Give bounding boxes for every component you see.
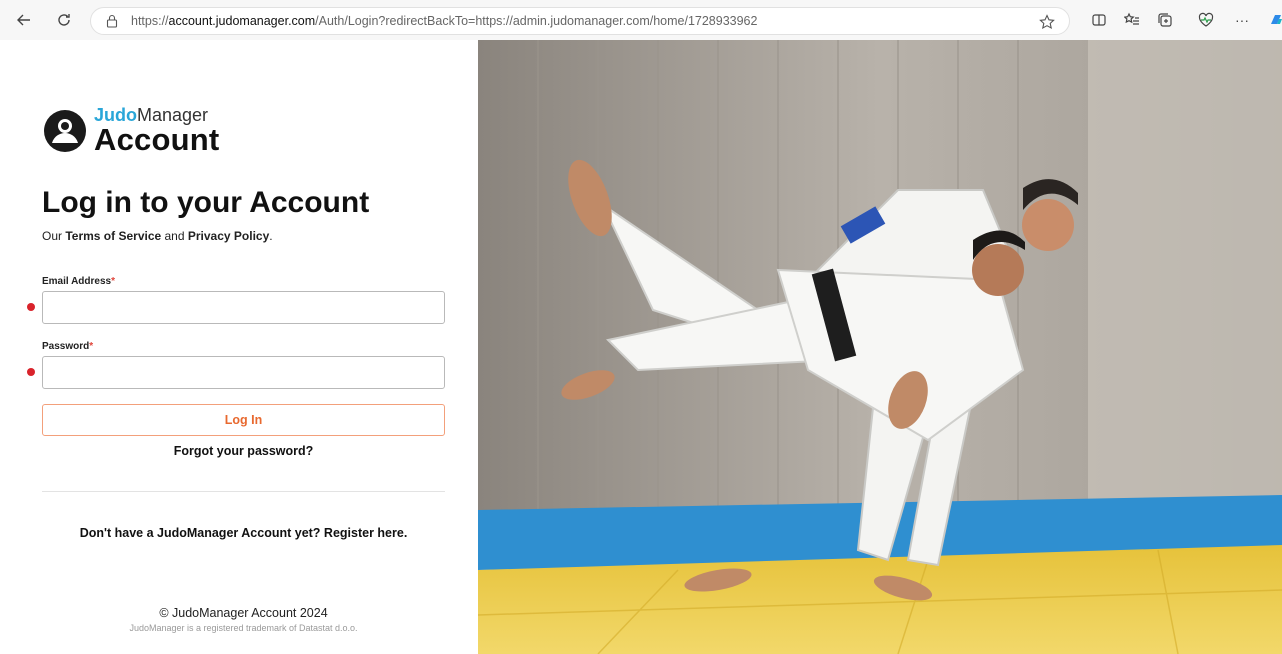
judomanager-logo[interactable]: JudoManager Account xyxy=(42,106,219,155)
required-mark: * xyxy=(111,276,116,287)
terms-suffix: . xyxy=(269,229,273,243)
account-logo-icon xyxy=(44,109,86,152)
terms-text: Our Terms of Service and Privacy Policy. xyxy=(42,229,273,243)
terms-of-service-link[interactable]: Terms of Service xyxy=(65,229,161,243)
judo-photo-illustration xyxy=(478,40,1282,654)
trademark-text: JudoManager is a registered trademark of… xyxy=(129,623,358,633)
back-arrow-icon[interactable] xyxy=(10,6,38,34)
refresh-icon[interactable] xyxy=(50,6,78,34)
url-prefix: https:// xyxy=(131,14,169,28)
heart-pulse-icon[interactable] xyxy=(1192,6,1220,34)
login-button[interactable]: Log In xyxy=(42,404,445,436)
privacy-policy-link[interactable]: Privacy Policy xyxy=(188,229,269,243)
password-field[interactable] xyxy=(42,356,445,389)
password-required-dot xyxy=(27,368,35,376)
address-bar[interactable]: https://account.judomanager.com/Auth/Log… xyxy=(90,7,1070,35)
url-text[interactable]: https://account.judomanager.com/Auth/Log… xyxy=(131,14,757,28)
register-link[interactable]: Register here. xyxy=(324,526,407,540)
password-label: Password* xyxy=(42,341,93,352)
register-text: Don't have a JudoManager Account yet? Re… xyxy=(42,526,445,540)
more-icon[interactable]: ··· xyxy=(1228,6,1256,34)
email-required-dot xyxy=(27,303,35,311)
split-screen-icon[interactable] xyxy=(1085,6,1113,34)
copyright-text: © JudoManager Account 2024 xyxy=(159,606,328,620)
collections-icon[interactable] xyxy=(1151,6,1179,34)
browser-toolbar: https://account.judomanager.com/Auth/Log… xyxy=(0,0,1282,40)
logo-account-text: Account xyxy=(94,122,220,157)
copilot-icon[interactable] xyxy=(1262,6,1282,34)
required-mark: * xyxy=(89,341,94,352)
email-label: Email Address* xyxy=(42,276,115,287)
url-host: account.judomanager.com xyxy=(168,14,316,28)
forgot-password-link[interactable]: Forgot your password? xyxy=(42,444,445,458)
judo-hero-image xyxy=(478,40,1282,654)
divider xyxy=(42,491,445,492)
lock-icon[interactable] xyxy=(105,14,119,28)
password-label-text: Password xyxy=(42,341,90,352)
favorite-star-icon[interactable] xyxy=(1039,14,1055,30)
login-panel: JudoManager Account Log in to your Accou… xyxy=(0,40,478,654)
terms-and: and xyxy=(161,229,188,243)
email-field[interactable] xyxy=(42,291,445,324)
register-prefix: Don't have a JudoManager Account yet? xyxy=(79,526,324,540)
terms-prefix: Our xyxy=(42,229,66,243)
email-label-text: Email Address xyxy=(42,276,112,287)
url-path: /Auth/Login?redirectBackTo=https://admin… xyxy=(315,14,758,28)
favorites-list-icon[interactable] xyxy=(1118,6,1146,34)
page-title: Log in to your Account xyxy=(42,186,370,219)
